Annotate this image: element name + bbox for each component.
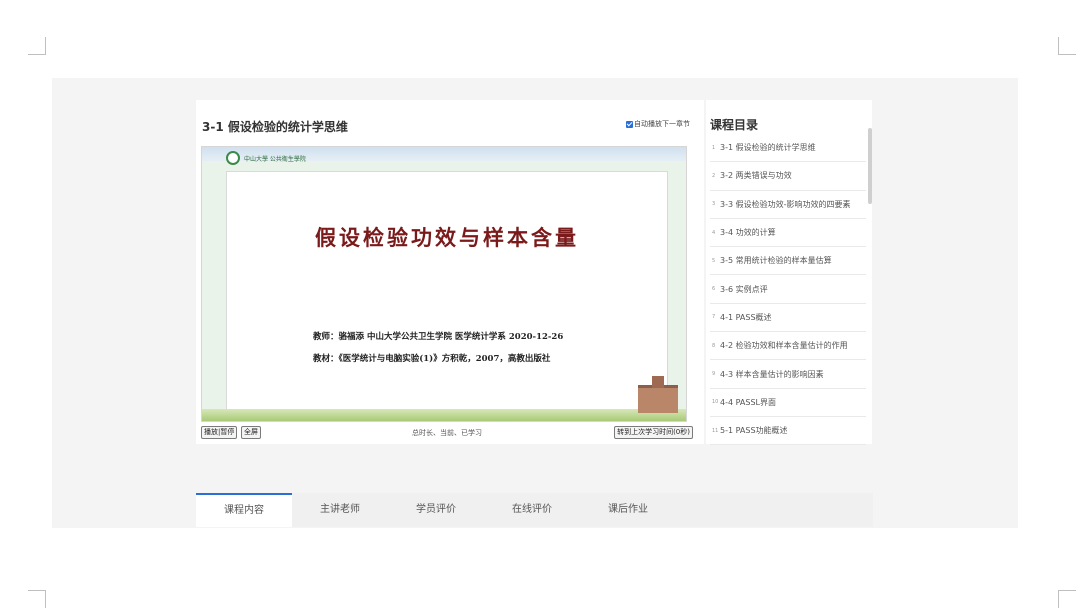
catalog-item-number: 9 [712,371,716,378]
university-logo-text: 中山大學 公共衛生學院 [244,156,306,163]
campus-building-icon [638,376,678,413]
tab-student-reviews[interactable]: 学员评价 [388,493,484,527]
catalog-item-label: 4-1 PASS概述 [720,312,772,322]
autoplay-toggle[interactable]: 自动播放下一章节 [626,119,690,129]
crop-mark-top-left [28,37,46,55]
catalog-item-label: 3-3 假设检验功效-影响功效的四要素 [720,199,851,209]
catalog-item-label: 3-2 两类错误与功效 [720,171,792,181]
catalog-item-label: 3-4 功效的计算 [720,228,776,238]
catalog-item-number: 5 [712,257,716,264]
catalog-item-label: 5-1 PASS功能概述 [720,426,788,436]
catalog-item[interactable]: 2 3-2 两类错误与功效 [710,162,866,191]
catalog-item-number: 1 [712,144,716,151]
tab-online-evaluation[interactable]: 在线评价 [484,493,580,527]
catalog-item-number: 8 [712,342,716,349]
catalog-item[interactable]: 5 3-5 常用统计检验的样本量估算 [710,247,866,276]
catalog-list: 1 3-1 假设检验的统计学思维 2 3-2 两类错误与功效 3 3-3 假设检验功效… [710,134,866,446]
video-player[interactable]: 中山大學 公共衛生學院 假设检验功效与样本含量 教师：骆福添 中山大学公共卫生学… [201,146,687,422]
catalog-item-label: 3-6 实例点评 [720,284,768,294]
slide-textbook-line: 教材：《医学统计与电脑实验(1)》方积乾，2007，高教出版社 [313,354,551,364]
catalog-item[interactable]: 10 4-4 PASSL界面 [710,389,866,417]
catalog-item[interactable]: 11 5-1 PASS功能概述 [710,417,866,446]
play-pause-button[interactable]: 播放|暂停 [201,426,238,439]
catalog-item-number: 2 [712,172,716,179]
slide-teacher-line: 教师：骆福添 中山大学公共卫生学院 医学统计学系 2020-12-26 [313,332,564,342]
autoplay-checkbox[interactable] [626,120,633,128]
catalog-item-label: 4-2 检验功效和样本含量估计的作用 [720,341,848,351]
crop-mark-bottom-right [1058,590,1076,608]
catalog-item[interactable]: 7 4-1 PASS概述 [710,304,866,333]
player-panel: 3-1 假设检验的统计学思维 自动播放下一章节 中山大學 公共衛生學院 假设检验… [196,100,704,444]
catalog-item-number: 3 [712,201,716,208]
catalog-item[interactable]: 9 4-3 样本含量估计的影响因素 [710,360,866,389]
tab-homework[interactable]: 课后作业 [580,493,676,527]
jump-to-last-button[interactable]: 转到上次学习时间(0秒) [614,426,693,439]
catalog-item[interactable]: 3 3-3 假设检验功效-影响功效的四要素 [710,191,866,219]
catalog-item-number: 4 [712,229,716,236]
crop-mark-top-right [1058,37,1076,55]
lesson-title: 3-1 假设检验的统计学思维 [202,120,348,134]
slide-grass-decoration [202,409,686,421]
catalog-item-label: 3-5 常用统计检验的样本量估算 [720,256,832,266]
crop-mark-bottom-left [28,590,46,608]
university-logo-icon [226,151,240,165]
tab-course-content[interactable]: 课程内容 [196,493,292,527]
course-tabs: 课程内容 主讲老师 学员评价 在线评价 课后作业 [196,493,873,527]
catalog-title: 课程目录 [710,118,759,132]
catalog-item[interactable]: 8 4-2 检验功效和样本含量估计的作用 [710,332,866,361]
catalog-item-number: 6 [712,286,716,293]
catalog-item-number: 7 [712,314,716,321]
player-controls: 播放|暂停 全屏 总时长、当前、已学习 转到上次学习时间(0秒) [201,426,693,440]
catalog-item-label: 3-1 假设检验的统计学思维 [720,143,816,153]
catalog-scrollbar[interactable] [868,128,872,204]
catalog-item-label: 4-4 PASSL界面 [720,397,777,407]
catalog-item-label: 4-3 样本含量估计的影响因素 [720,369,824,379]
catalog-item-number: 11 [712,427,719,434]
slide-frame: 假设检验功效与样本含量 教师：骆福添 中山大学公共卫生学院 医学统计学系 202… [226,171,668,411]
slide-title: 假设检验功效与样本含量 [315,225,579,250]
catalog-item-number: 10 [712,399,719,406]
fullscreen-button[interactable]: 全屏 [241,426,261,439]
autoplay-label: 自动播放下一章节 [634,120,690,128]
catalog-item[interactable]: 4 3-4 功效的计算 [710,219,866,248]
catalog-item[interactable]: 6 3-6 实例点评 [710,275,866,304]
catalog-item[interactable]: 1 3-1 假设检验的统计学思维 [710,134,866,163]
course-catalog: 课程目录 1 3-1 假设检验的统计学思维 2 3-2 两类错误与功效 3 3-3 假… [706,100,872,446]
tab-lecturer[interactable]: 主讲老师 [292,493,388,527]
